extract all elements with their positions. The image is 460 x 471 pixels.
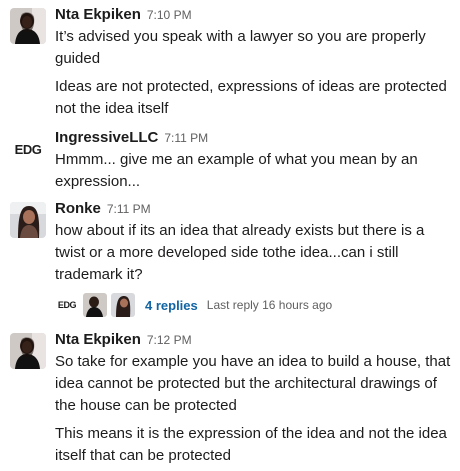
avatar[interactable]: EDG bbox=[10, 131, 46, 167]
message-text: So take for example you have an idea to … bbox=[55, 353, 451, 414]
message-text: how about if its an idea that already ex… bbox=[55, 222, 425, 283]
participant-avatar bbox=[111, 293, 135, 317]
edg-logo-icon: EDG bbox=[57, 300, 77, 310]
user-photo-icon bbox=[83, 293, 107, 317]
last-reply-time: Last reply 16 hours ago bbox=[206, 298, 333, 312]
message-body: how about if its an idea that already ex… bbox=[55, 220, 452, 286]
user-photo-icon bbox=[10, 8, 46, 44]
message-feed: Nta Ekpiken 7:10 PM It’s advised you spe… bbox=[0, 0, 460, 471]
author-name[interactable]: Ronke bbox=[55, 200, 101, 217]
timestamp[interactable]: 7:12 PM bbox=[147, 333, 192, 347]
message-text: Ideas are not protected, expressions of … bbox=[55, 78, 447, 117]
timestamp[interactable]: 7:11 PM bbox=[107, 202, 151, 216]
message-body: So take for example you have an idea to … bbox=[55, 351, 452, 467]
avatar[interactable] bbox=[10, 333, 46, 369]
author-name[interactable]: Nta Ekpiken bbox=[55, 331, 141, 348]
user-photo-icon bbox=[111, 293, 135, 317]
message-body: Hmmm... give me an example of what you m… bbox=[55, 149, 452, 193]
author-name[interactable]: IngressiveLLC bbox=[55, 129, 158, 146]
user-photo-icon bbox=[10, 333, 46, 369]
message-text: This means it is the expression of the i… bbox=[55, 425, 447, 464]
edg-logo-icon: EDG bbox=[14, 141, 42, 157]
message-text: It’s advised you speak with a lawyer so … bbox=[55, 28, 426, 67]
user-photo-icon bbox=[10, 202, 46, 238]
timestamp[interactable]: 7:10 PM bbox=[147, 8, 192, 22]
message-text: Hmmm... give me an example of what you m… bbox=[55, 151, 418, 190]
timestamp[interactable]: 7:11 PM bbox=[164, 131, 208, 145]
message-body: It’s advised you speak with a lawyer so … bbox=[55, 26, 452, 120]
replies-link[interactable]: 4 replies bbox=[145, 298, 198, 313]
author-name[interactable]: Nta Ekpiken bbox=[55, 6, 141, 23]
thread-summary[interactable]: EDG 4 replies Last reply 16 hours ago bbox=[55, 292, 332, 318]
avatar[interactable] bbox=[10, 202, 46, 238]
participant-avatar: EDG bbox=[55, 293, 79, 317]
participant-avatar bbox=[83, 293, 107, 317]
avatar[interactable] bbox=[10, 8, 46, 44]
